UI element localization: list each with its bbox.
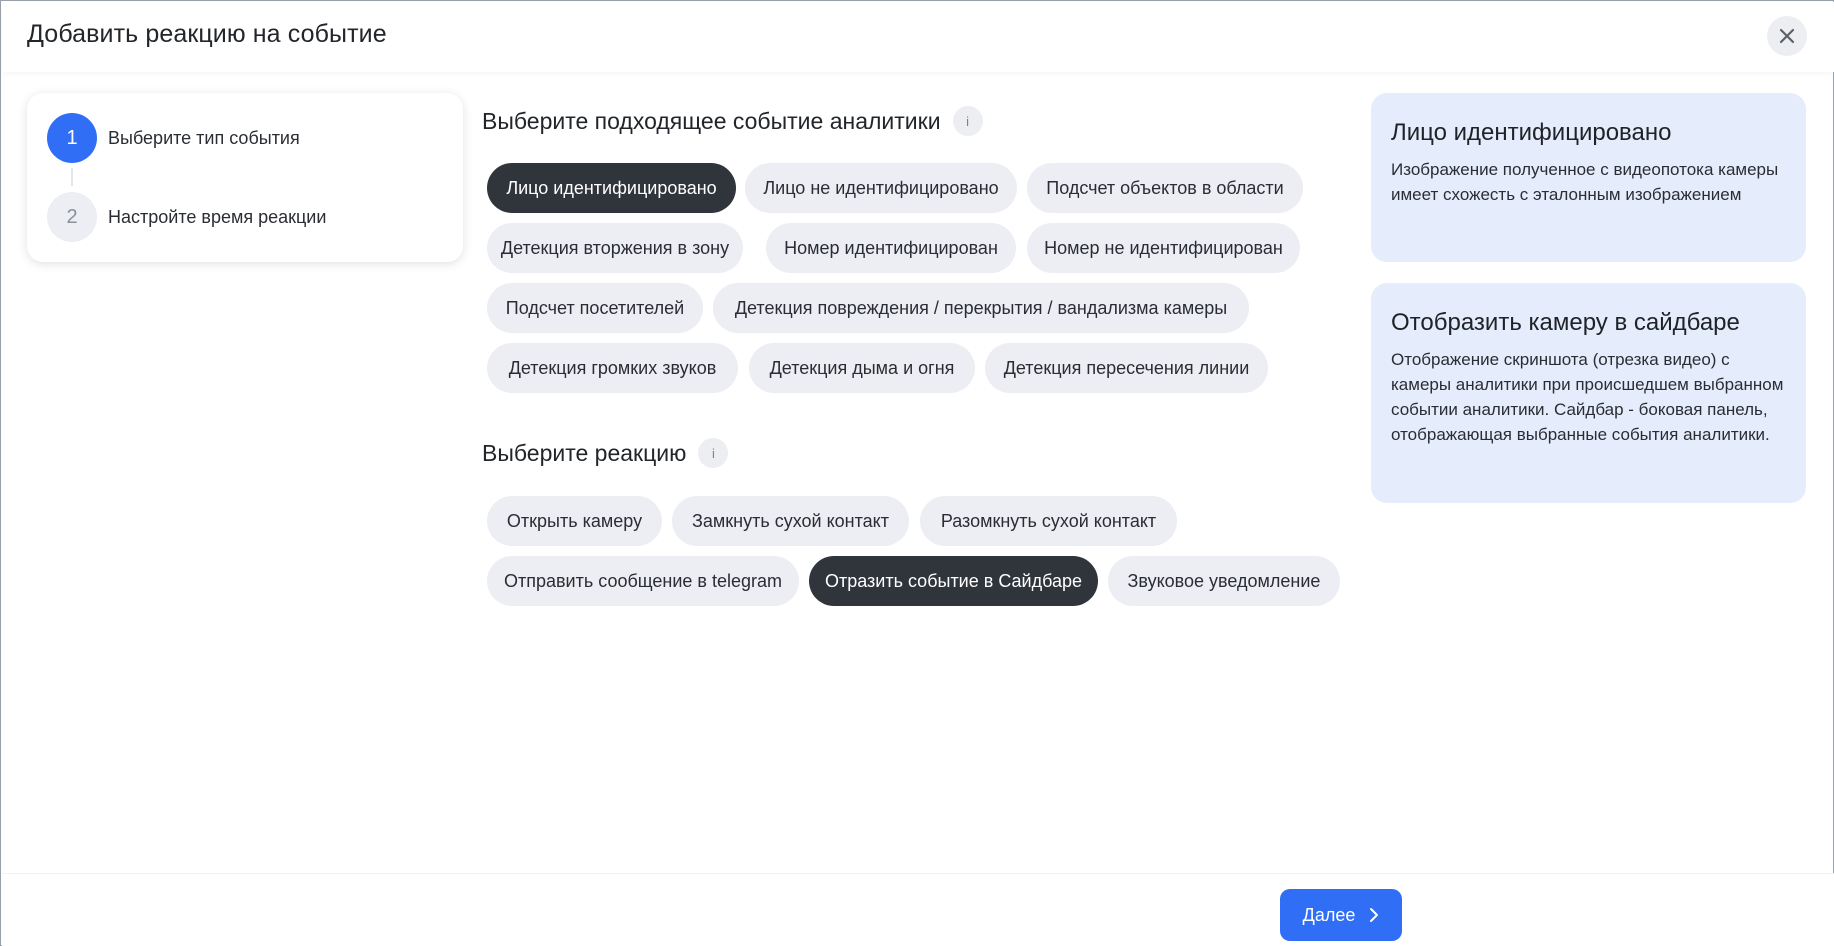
event-info-title: Лицо идентифицировано [1391,119,1672,146]
step-1-label: Выберите тип события [108,127,300,148]
step-1[interactable]: 1 Выберите тип события [47,113,300,163]
events-section-title: Выберите подходящее событие аналитики i [482,106,983,136]
step-1-number: 1 [47,113,97,163]
step-2-number: 2 [47,192,97,242]
reaction-chip-close-contact[interactable]: Замкнуть сухой контакт [672,496,909,546]
event-chip-object-count[interactable]: Подсчет объектов в области [1027,163,1303,213]
reaction-info-title: Отобразить камеру в сайдбаре [1391,309,1740,336]
reactions-title-text: Выберите реакцию [482,439,687,466]
stepper: 1 Выберите тип события 2 Настройте время… [27,93,463,262]
event-chip-zone-intrusion[interactable]: Детекция вторжения в зону [487,223,743,273]
next-button-label: Далее [1302,904,1356,925]
dialog: Добавить реакцию на событие 1 Выберите т… [0,0,1834,946]
info-icon[interactable]: i [952,106,983,136]
close-icon [1779,28,1795,44]
event-chip-camera-tamper[interactable]: Детекция повреждения / перекрытия / ванд… [713,283,1249,333]
event-chip-plate-not-identified[interactable]: Номер не идентифицирован [1027,223,1300,273]
info-icon[interactable]: i [698,438,729,468]
event-chip-plate-identified[interactable]: Номер идентифицирован [766,223,1016,273]
close-button[interactable] [1767,16,1807,56]
reaction-chip-sound-alert[interactable]: Звуковое уведомление [1108,556,1340,606]
step-2[interactable]: 2 Настройте время реакции [47,192,326,242]
event-info-text: Изображение полученное с видеопотока кам… [1391,160,1779,204]
dialog-header: Добавить реакцию на событие [2,2,1834,72]
event-chip-visitor-count[interactable]: Подсчет посетителей [487,283,703,333]
reaction-info-text: Отображение скриншота (отрезка видео) с … [1391,350,1784,444]
reaction-info-card: Отобразить камеру в сайдбаре Отображение… [1371,283,1806,503]
dialog-title: Добавить реакцию на событие [27,20,387,48]
event-chip-line-crossing[interactable]: Детекция пересечения линии [985,343,1268,393]
reaction-chip-open-contact[interactable]: Разомкнуть сухой контакт [920,496,1177,546]
reaction-chip-telegram[interactable]: Отправить сообщение в telegram [487,556,799,606]
event-info-card: Лицо идентифицировано Изображение получе… [1371,93,1806,262]
event-chip-smoke-fire[interactable]: Детекция дыма и огня [749,343,975,393]
event-chip-face-not-identified[interactable]: Лицо не идентифицировано [745,163,1017,213]
reaction-chip-sidebar[interactable]: Отразить событие в Сайдбаре [809,556,1098,606]
next-button[interactable]: Далее [1280,889,1402,941]
chevron-right-icon [1370,908,1379,922]
step-2-label: Настройте время реакции [108,206,327,227]
event-chip-loud-sounds[interactable]: Детекция громких звуков [487,343,738,393]
step-connector [71,168,73,186]
dialog-footer: Далее [2,873,1834,946]
reactions-section-title: Выберите реакцию i [482,438,729,468]
events-title-text: Выберите подходящее событие аналитики [482,107,941,134]
event-chip-face-identified[interactable]: Лицо идентифицировано [487,163,736,213]
reaction-chip-open-camera[interactable]: Открыть камеру [487,496,662,546]
